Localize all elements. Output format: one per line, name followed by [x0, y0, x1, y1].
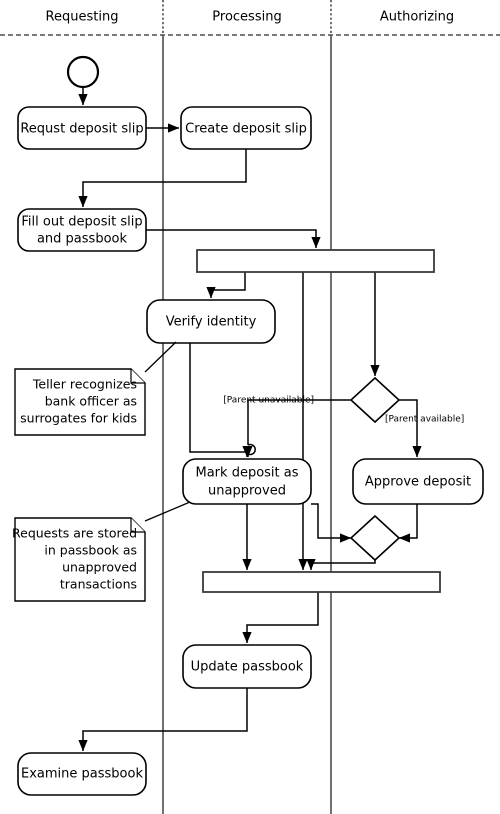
merge-node[interactable] [349, 514, 401, 562]
flow-fillout-to-fork [146, 229, 321, 249]
merge-diamond[interactable] [349, 514, 401, 562]
flow-approve-to-merge [398, 504, 418, 543]
action-node-fill-out-deposit-slip[interactable]: Fill out deposit slip and passbook [17, 208, 147, 252]
note-line-requests-4: transactions [60, 577, 137, 592]
swimlane-header: Requesting Processing Authorizing [0, 0, 500, 36]
fork-bar[interactable] [196, 249, 435, 273]
action-label-verify-identity: Verify identity [166, 315, 257, 330]
flow-fork-to-verify [206, 272, 246, 299]
action-label-request-deposit-slip: Requst deposit slip [20, 122, 143, 137]
action-node-mark-deposit-unapproved[interactable]: Mark deposit as unapproved [182, 458, 312, 505]
action-label-create-deposit-slip: Create deposit slip [185, 122, 307, 137]
note-line-teller-3: surrogates for kids [20, 411, 137, 426]
activity-diagram-canvas: Requesting Processing Authorizing [Paren… [0, 0, 500, 814]
action-label-fill-out-deposit-slip-line1: Fill out deposit slip [21, 215, 142, 230]
start-circle-icon[interactable] [66, 55, 100, 89]
join-node[interactable] [202, 571, 441, 593]
guard-parent-unavailable: [Parent unavailable] [223, 396, 314, 406]
swimlane-title-authorizing: Authorizing [380, 10, 454, 25]
flow-create-to-fillout [78, 149, 247, 208]
action-label-fill-out-deposit-slip-line2: and passbook [37, 232, 128, 247]
action-node-request-deposit-slip[interactable]: Requst deposit slip [17, 106, 147, 150]
note-line-requests-2: in passbook as [44, 543, 137, 558]
flow-merge-to-join [306, 558, 376, 571]
initial-node[interactable] [66, 55, 100, 89]
note-line-teller-1: Teller recognizes [32, 377, 137, 392]
guard-parent-available: [Parent available] [385, 415, 464, 425]
uml-activity-diagram: Requesting Processing Authorizing [Paren… [0, 0, 500, 814]
join-bar[interactable] [202, 571, 441, 593]
swimlane-title-processing: Processing [212, 10, 281, 25]
note-line-requests-3: unapproved [62, 560, 137, 575]
action-label-examine-passbook: Examine passbook [21, 767, 143, 782]
fork-node[interactable] [196, 249, 435, 273]
flow-join-to-update [242, 592, 319, 644]
action-label-approve-deposit: Approve deposit [365, 475, 471, 490]
action-label-mark-deposit-unapproved-line2: unapproved [208, 484, 286, 499]
note-line-teller-2: bank officer as [45, 394, 137, 409]
action-label-mark-deposit-unapproved-line1: Mark deposit as [196, 466, 299, 481]
action-node-verify-identity[interactable]: Verify identity [146, 299, 276, 344]
note-anchor-line-teller [144, 341, 177, 373]
note-line-requests-1: Requests are stored [12, 526, 137, 541]
action-label-update-passbook: Update passbook [191, 660, 304, 675]
flow-update-to-examine [78, 688, 248, 752]
swimlane-title-requesting: Requesting [46, 10, 119, 25]
action-node-update-passbook[interactable]: Update passbook [182, 644, 312, 689]
action-node-examine-passbook[interactable]: Examine passbook [17, 752, 147, 796]
action-node-create-deposit-slip[interactable]: Create deposit slip [180, 106, 312, 150]
flow-decision-parent-available [399, 399, 422, 458]
action-node-approve-deposit[interactable]: Approve deposit [352, 458, 484, 505]
note-teller-recognizes[interactable]: Teller recognizes bank officer as surrog… [14, 341, 177, 436]
flow-decision-parent-unavailable-vertical [248, 400, 255, 457]
note-anchor-line-requests [144, 501, 191, 522]
